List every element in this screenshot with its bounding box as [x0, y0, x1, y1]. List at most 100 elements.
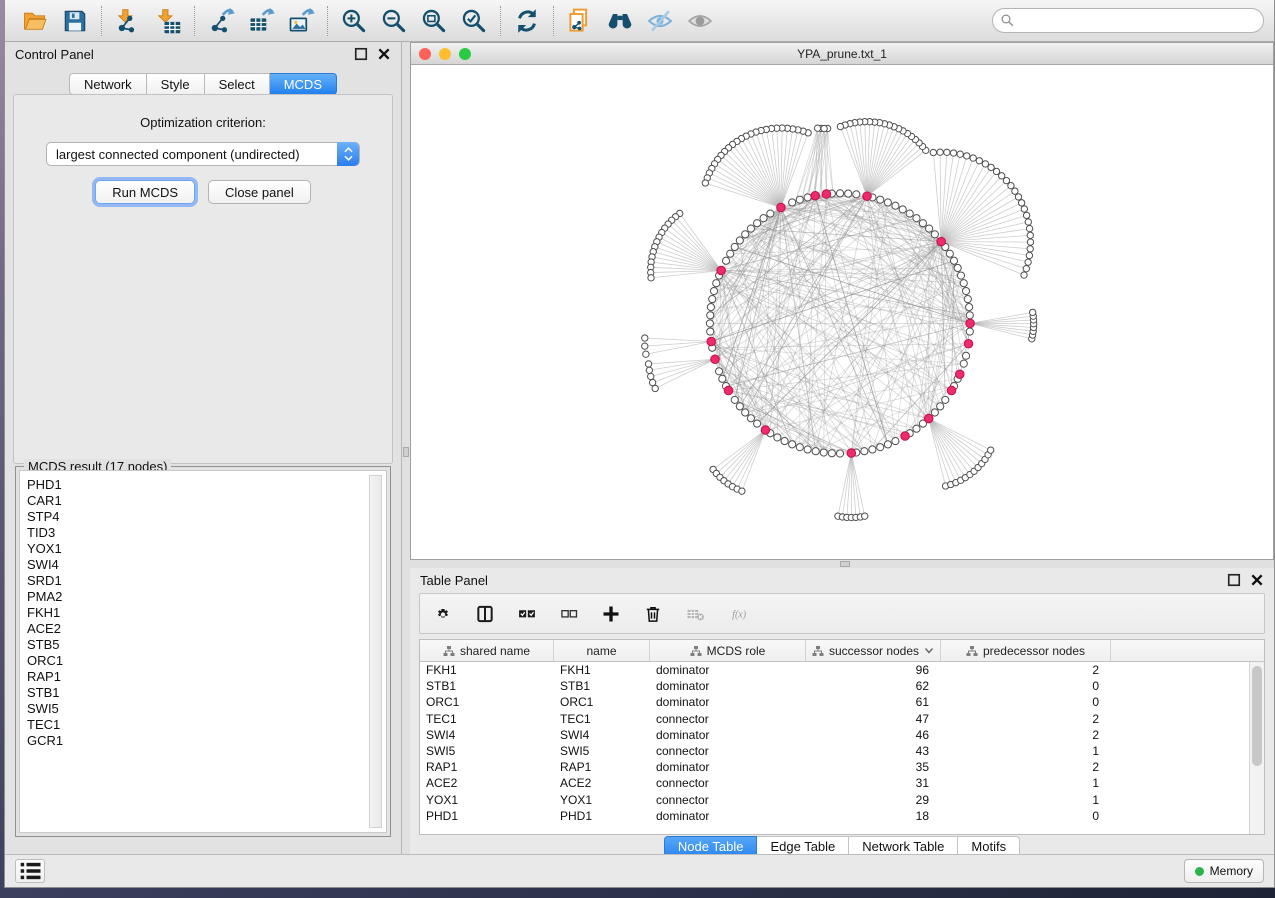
- mcds-hub-node[interactable]: [901, 432, 910, 441]
- zoom-fit-button[interactable]: [414, 3, 454, 39]
- graph-node[interactable]: [747, 415, 754, 422]
- table-cell-shared_name[interactable]: PHD1: [420, 809, 554, 823]
- table-cell-name[interactable]: PHD1: [554, 809, 650, 823]
- table-cell-name[interactable]: RAP1: [554, 760, 650, 774]
- mcds-hub-node[interactable]: [937, 237, 946, 246]
- satellite-node[interactable]: [1026, 225, 1032, 231]
- graph-node[interactable]: [760, 215, 767, 222]
- satellite-node[interactable]: [1026, 252, 1032, 258]
- graph-node[interactable]: [926, 225, 933, 232]
- graph-node[interactable]: [962, 352, 969, 359]
- mcds-hub-node[interactable]: [761, 426, 770, 435]
- table-cell-predecessor_nodes[interactable]: 2: [941, 728, 1111, 742]
- graph-node[interactable]: [966, 312, 973, 319]
- satellite-node[interactable]: [645, 361, 651, 367]
- float-panel-icon[interactable]: [354, 47, 368, 61]
- table-cell-mcds_role[interactable]: connector: [650, 776, 806, 790]
- table-cell-mcds_role[interactable]: dominator: [650, 695, 806, 709]
- table-cell-successor_nodes[interactable]: 43: [806, 744, 941, 758]
- table-cell-shared_name[interactable]: STB1: [420, 679, 554, 693]
- graph-node[interactable]: [709, 296, 716, 303]
- graph-node[interactable]: [931, 231, 938, 238]
- graph-node[interactable]: [804, 194, 811, 201]
- table-row[interactable]: FKH1FKH1dominator962: [420, 662, 1264, 678]
- graph-node[interactable]: [719, 375, 726, 382]
- graph-node[interactable]: [845, 190, 852, 197]
- satellite-node[interactable]: [993, 168, 999, 174]
- satellite-node[interactable]: [976, 158, 982, 164]
- satellite-node[interactable]: [957, 151, 963, 157]
- satellite-node[interactable]: [821, 125, 827, 131]
- satellite-node[interactable]: [930, 149, 936, 155]
- mcds-hub-node[interactable]: [707, 337, 716, 346]
- satellite-node[interactable]: [1023, 266, 1029, 272]
- graph-node[interactable]: [964, 296, 971, 303]
- mcds-hub-node[interactable]: [711, 355, 720, 364]
- table-row[interactable]: RAP1RAP1dominator352: [420, 759, 1264, 775]
- column-header-shared-name[interactable]: shared name: [420, 640, 554, 661]
- satellite-node[interactable]: [642, 343, 648, 349]
- graph-node[interactable]: [742, 231, 749, 238]
- open-file-button[interactable]: [15, 3, 55, 39]
- graph-node[interactable]: [962, 287, 969, 294]
- table-cell-successor_nodes[interactable]: 96: [806, 663, 941, 677]
- mcds-hub-node[interactable]: [724, 386, 733, 395]
- find-neighbors-button[interactable]: [600, 3, 640, 39]
- table-scrollbar[interactable]: [1249, 662, 1264, 834]
- graph-node[interactable]: [781, 438, 788, 445]
- table-cell-shared_name[interactable]: ACE2: [420, 776, 554, 790]
- table-cell-name[interactable]: ACE2: [554, 776, 650, 790]
- satellite-node[interactable]: [982, 161, 988, 167]
- satellite-node[interactable]: [1012, 188, 1018, 194]
- satellite-node[interactable]: [1025, 219, 1031, 225]
- graph-node[interactable]: [754, 220, 761, 227]
- graph-node[interactable]: [707, 328, 714, 335]
- table-row[interactable]: ACE2ACE2connector311: [420, 775, 1264, 791]
- table-cell-mcds_role[interactable]: connector: [650, 793, 806, 807]
- result-list-scrollbar[interactable]: [369, 475, 382, 828]
- table-cell-name[interactable]: SWI5: [554, 744, 650, 758]
- import-network-button[interactable]: [108, 3, 148, 39]
- table-cell-mcds_role[interactable]: dominator: [650, 679, 806, 693]
- satellite-node[interactable]: [1015, 194, 1021, 200]
- mcds-result-item[interactable]: SWI5: [27, 701, 384, 717]
- table-cell-predecessor_nodes[interactable]: 2: [941, 760, 1111, 774]
- satellite-node[interactable]: [937, 149, 943, 155]
- import-table-button[interactable]: [148, 3, 188, 39]
- tab-style[interactable]: Style: [147, 73, 205, 95]
- satellite-node[interactable]: [1021, 206, 1027, 212]
- satellite-node[interactable]: [970, 155, 976, 161]
- table-cell-predecessor_nodes[interactable]: 0: [941, 695, 1111, 709]
- table-cell-successor_nodes[interactable]: 62: [806, 679, 941, 693]
- graph-node[interactable]: [960, 280, 967, 287]
- satellite-node[interactable]: [1027, 246, 1033, 252]
- graph-node[interactable]: [937, 403, 944, 410]
- table-cell-name[interactable]: SWI4: [554, 728, 650, 742]
- graph-node[interactable]: [727, 250, 734, 257]
- table-cell-mcds_role[interactable]: dominator: [650, 809, 806, 823]
- table-cell-shared_name[interactable]: SWI4: [420, 728, 554, 742]
- horizontal-splitter-grip[interactable]: [840, 561, 850, 567]
- table-row[interactable]: PHD1PHD1dominator180: [420, 808, 1264, 824]
- satellite-node[interactable]: [944, 149, 950, 155]
- mcds-result-item[interactable]: CAR1: [27, 493, 384, 509]
- vertical-splitter-grip[interactable]: [403, 447, 409, 457]
- network-canvas[interactable]: [411, 65, 1273, 559]
- delete-columns-button[interactable]: [640, 601, 666, 627]
- mcds-result-item[interactable]: TEC1: [27, 717, 384, 733]
- table-cell-name[interactable]: ORC1: [554, 695, 650, 709]
- satellite-node[interactable]: [1027, 232, 1033, 238]
- graph-node[interactable]: [706, 320, 713, 327]
- graph-node[interactable]: [931, 409, 938, 416]
- mcds-result-item[interactable]: STP4: [27, 509, 384, 525]
- table-cell-predecessor_nodes[interactable]: 0: [941, 809, 1111, 823]
- network-from-selection-button[interactable]: [560, 3, 600, 39]
- hide-details-button[interactable]: [640, 3, 680, 39]
- graph-node[interactable]: [957, 272, 964, 279]
- table-cell-shared_name[interactable]: YOX1: [420, 793, 554, 807]
- graph-node[interactable]: [869, 446, 876, 453]
- satellite-node[interactable]: [646, 367, 652, 373]
- table-cell-successor_nodes[interactable]: 47: [806, 712, 941, 726]
- graph-node[interactable]: [747, 225, 754, 232]
- graph-node[interactable]: [877, 444, 884, 451]
